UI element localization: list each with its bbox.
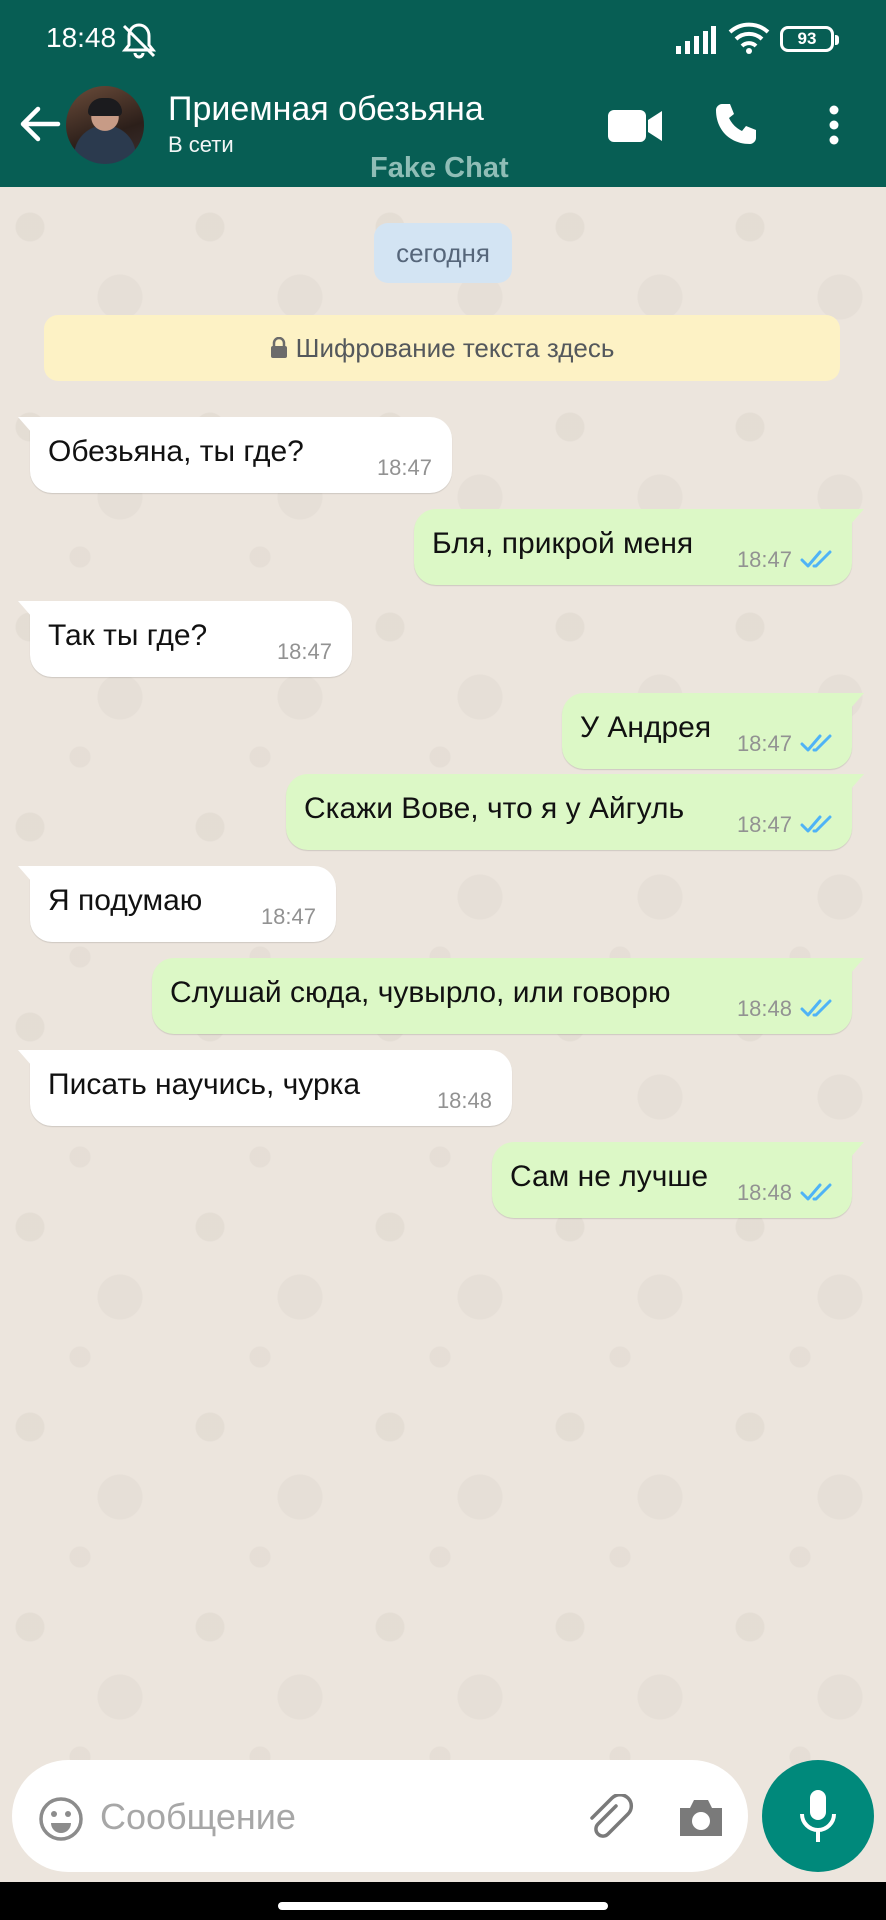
message-time: 18:48 — [736, 1180, 792, 1205]
read-ticks-icon — [800, 999, 832, 1017]
contact-avatar[interactable] — [66, 86, 144, 164]
wifi-icon — [728, 22, 770, 54]
message-composer — [12, 1760, 748, 1872]
message-time: 18:47 — [376, 455, 432, 480]
camera-icon[interactable] — [676, 1796, 726, 1840]
message-incoming[interactable]: Так ты где? 18:47 — [18, 601, 352, 677]
message-text: Обезьяна, ты где? — [48, 435, 304, 468]
message-incoming[interactable]: Обезьяна, ты где? 18:47 — [18, 417, 452, 493]
message-time: 18:47 — [736, 731, 792, 756]
message-time: 18:48 — [736, 996, 792, 1021]
more-options-icon[interactable] — [822, 102, 846, 148]
message-text: Так ты где? — [48, 619, 208, 652]
message-text: Слушай сюда, чувырло, или говорю — [170, 976, 671, 1009]
message-incoming[interactable]: Я подумаю 18:47 — [18, 866, 336, 942]
date-separator: сегодня — [374, 223, 512, 283]
message-time: 18:47 — [736, 547, 792, 572]
encryption-notice[interactable]: Шифрование текста здесь — [44, 315, 840, 381]
microphone-icon — [800, 1790, 836, 1842]
encryption-notice-text: Шифрование текста здесь — [295, 332, 615, 363]
message-outgoing[interactable]: Слушай сюда, чувырло, или говорю 18:48 — [152, 958, 864, 1034]
message-text: Писать научись, чурка — [48, 1068, 361, 1101]
message-time: 18:47 — [276, 639, 332, 664]
read-ticks-icon — [800, 550, 832, 568]
home-indicator[interactable] — [278, 1902, 608, 1910]
message-outgoing[interactable]: Бля, прикрой меня 18:47 — [414, 509, 864, 585]
emoji-icon[interactable] — [38, 1796, 84, 1842]
system-nav-bar — [0, 1882, 886, 1920]
message-outgoing[interactable]: Сам не лучше 18:48 — [492, 1142, 864, 1218]
message-incoming[interactable]: Писать научись, чурка 18:48 — [18, 1050, 512, 1126]
back-arrow-icon[interactable] — [18, 104, 62, 144]
paperclip-icon[interactable] — [584, 1794, 634, 1844]
chat-header: 18:48 93 Приемная обезьяна В сети Fake C… — [0, 0, 886, 187]
read-ticks-icon — [800, 1183, 832, 1201]
lock-icon — [270, 337, 287, 358]
message-time: 18:47 — [260, 904, 316, 929]
contact-status: В сети — [168, 132, 234, 157]
video-call-icon[interactable] — [608, 106, 664, 146]
message-text: Бля, прикрой меня — [432, 527, 694, 560]
signal-icon — [676, 26, 716, 54]
read-ticks-icon — [800, 734, 832, 752]
message-text: Я подумаю — [48, 884, 203, 917]
chat-area[interactable]: сегодня Шифрование текста здесь Обезьяна… — [0, 187, 886, 1767]
phone-call-icon[interactable] — [712, 100, 760, 148]
message-outgoing[interactable]: Скажи Вове, что я у Айгуль 18:47 — [286, 774, 864, 850]
read-ticks-icon — [800, 815, 832, 833]
message-text: У Андрея — [580, 711, 712, 744]
voice-record-button[interactable] — [762, 1760, 874, 1872]
status-time: 18:48 — [46, 22, 117, 53]
contact-name[interactable]: Приемная обезьяна — [168, 90, 484, 129]
status-bar: 18:48 93 — [0, 0, 886, 80]
message-input[interactable] — [98, 1788, 552, 1846]
message-time: 18:47 — [736, 812, 792, 837]
bell-off-icon — [121, 23, 157, 59]
watermark-text: Fake Chat — [370, 152, 509, 184]
message-time: 18:48 — [436, 1088, 492, 1113]
message-outgoing[interactable]: У Андрея 18:47 — [562, 693, 864, 769]
message-text: Сам не лучше — [510, 1160, 709, 1193]
battery-indicator: 93 — [780, 26, 839, 52]
message-text: Скажи Вове, что я у Айгуль — [304, 792, 685, 825]
